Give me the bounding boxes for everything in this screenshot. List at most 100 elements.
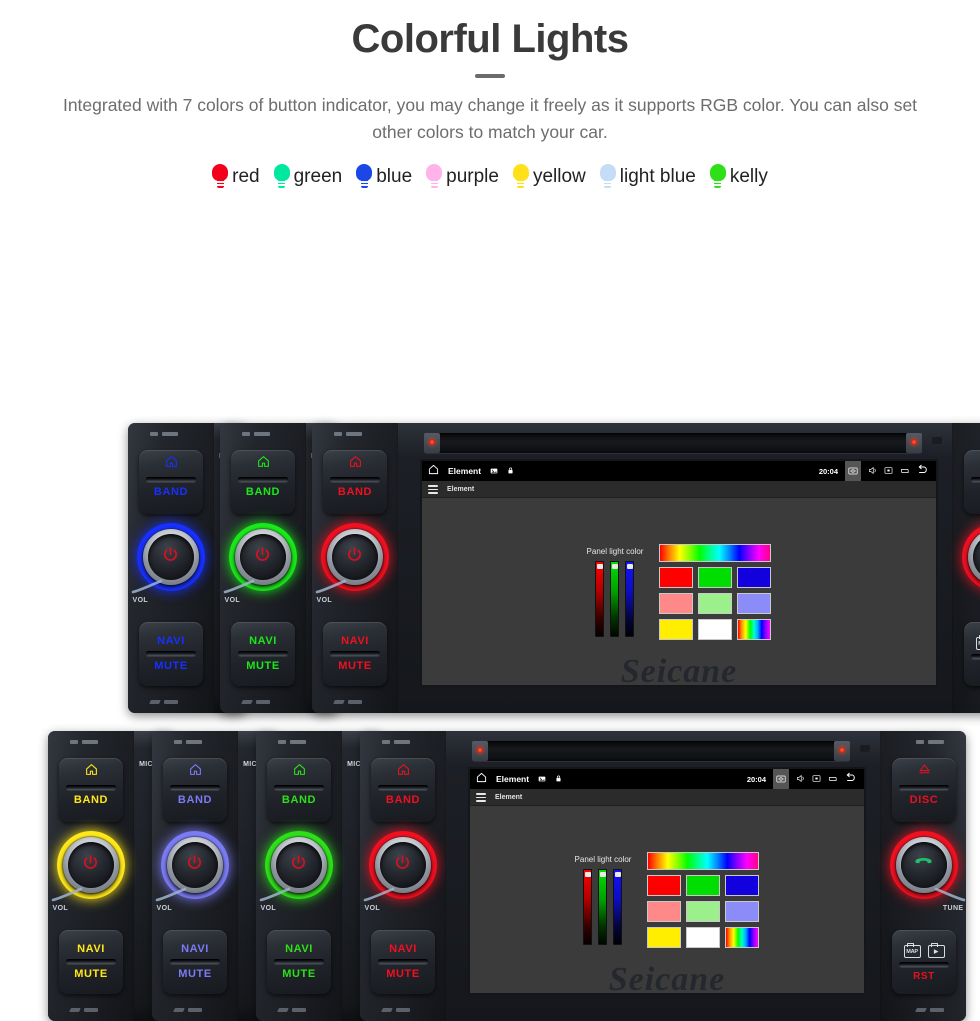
recent-apps-icon[interactable] [828,770,838,788]
speaker-icon[interactable] [868,462,877,480]
media-icon[interactable]: ▶ [928,945,945,958]
navi-label: NAVI [77,943,105,955]
screenshot-icon[interactable] [845,460,861,482]
blue-slider[interactable] [625,561,634,637]
swatch-blue[interactable] [725,875,759,896]
navi-mute-button[interactable]: NAVI MUTE [371,930,435,994]
slider-thumb[interactable] [597,564,603,569]
speaker-icon[interactable] [796,770,805,788]
home-icon[interactable] [476,770,487,788]
map-media-icons[interactable]: MAP ▶ [904,945,945,958]
watermark: Seicane [470,961,864,995]
band-home-button[interactable]: BAND [59,758,123,822]
navi-mute-button[interactable]: NAVI MUTE [59,930,123,994]
recent-apps-icon[interactable] [900,462,910,480]
swatch-blue[interactable] [737,567,771,588]
band-home-button[interactable]: BAND [267,758,331,822]
back-arrow-icon[interactable] [917,462,930,480]
legend-item-yellow: yellow [513,164,586,190]
power-button[interactable] [332,534,378,580]
phone-button[interactable] [901,842,947,888]
navi-mute-button[interactable]: NAVI MUTE [139,622,203,686]
screen-capture-icon[interactable] [884,462,893,480]
navi-mute-button[interactable]: NAVI MUTE [323,622,387,686]
volume-knob[interactable]: VOL [57,831,125,899]
slider-thumb[interactable] [585,872,591,877]
swatch-white[interactable] [686,927,720,948]
navi-mute-button[interactable]: NAVI MUTE [267,930,331,994]
swatch-salmon[interactable] [659,593,693,614]
slider-thumb[interactable] [612,564,618,569]
hamburger-menu-icon[interactable] [428,485,438,494]
swatch-green[interactable] [686,875,720,896]
swatch-green[interactable] [698,567,732,588]
map-rst-button[interactable]: MAP ▶ RST [964,622,980,686]
red-slider[interactable] [595,561,604,637]
button-seam [146,477,196,482]
navi-mute-button[interactable]: NAVI MUTE [231,622,295,686]
map-rst-button[interactable]: MAP ▶ RST [892,930,956,994]
volume-knob[interactable]: VOL [137,523,205,591]
swatch-rainbow[interactable] [725,927,759,948]
disc-eject-button[interactable]: DISC [964,450,980,514]
swatch-periwinkle[interactable] [737,593,771,614]
power-button[interactable] [380,842,426,888]
tune-knob[interactable]: TUNE [962,523,980,591]
slider-thumb[interactable] [615,872,621,877]
swatch-lightgreen[interactable] [698,593,732,614]
lcd-screen[interactable]: Element 20:04 Element [468,767,866,995]
screenshot-icon[interactable] [773,768,789,790]
band-home-button[interactable]: BAND [231,450,295,514]
volume-knob[interactable]: VOL [321,523,389,591]
home-icon[interactable] [428,462,439,480]
rainbow-gradient-bar[interactable] [659,544,771,562]
power-button[interactable] [148,534,194,580]
disc-slot[interactable] [472,741,850,761]
button-seam [971,654,980,659]
swatch-yellow[interactable] [647,927,681,948]
lcd-screen[interactable]: Element 20:04 Element [420,459,938,687]
volume-knob[interactable]: VOL [265,831,333,899]
band-home-button[interactable]: BAND [139,450,203,514]
swatch-white[interactable] [698,619,732,640]
home-icon [165,455,178,473]
android-status-bar: Element 20:04 [422,461,936,481]
band-home-button[interactable]: BAND [163,758,227,822]
swatch-periwinkle[interactable] [725,901,759,922]
disc-slot[interactable] [424,433,922,453]
swatch-rainbow[interactable] [737,619,771,640]
rainbow-gradient-bar[interactable] [647,852,759,870]
swatch-yellow[interactable] [659,619,693,640]
map-icon[interactable]: MAP [904,945,921,958]
swatch-salmon[interactable] [647,901,681,922]
disc-eject-button[interactable]: DISC [892,758,956,822]
volume-knob[interactable]: VOL [369,831,437,899]
swatch-red[interactable] [647,875,681,896]
power-button[interactable] [276,842,322,888]
page-header: Colorful Lights Integrated with 7 colors… [0,0,980,146]
power-button[interactable] [240,534,286,580]
screen-capture-icon[interactable] [812,770,821,788]
red-slider[interactable] [583,869,592,945]
back-arrow-icon[interactable] [845,770,858,788]
blue-slider[interactable] [613,869,622,945]
band-home-button[interactable]: BAND [323,450,387,514]
swatch-red[interactable] [659,567,693,588]
power-button[interactable] [172,842,218,888]
slider-thumb[interactable] [627,564,633,569]
navi-mute-button[interactable]: NAVI MUTE [163,930,227,994]
map-icon[interactable]: MAP [976,637,980,650]
volume-knob[interactable]: VOL [229,523,297,591]
green-slider[interactable] [610,561,619,637]
band-home-button[interactable]: BAND [371,758,435,822]
tune-knob[interactable]: TUNE [890,831,958,899]
swatch-lightgreen[interactable] [686,901,720,922]
legend-item-red: red [212,164,259,190]
hamburger-menu-icon[interactable] [476,793,486,802]
power-button[interactable] [68,842,114,888]
volume-knob[interactable]: VOL [161,831,229,899]
map-media-icons[interactable]: MAP ▶ [976,637,980,650]
swatch-row [659,567,771,588]
slider-thumb[interactable] [600,872,606,877]
green-slider[interactable] [598,869,607,945]
